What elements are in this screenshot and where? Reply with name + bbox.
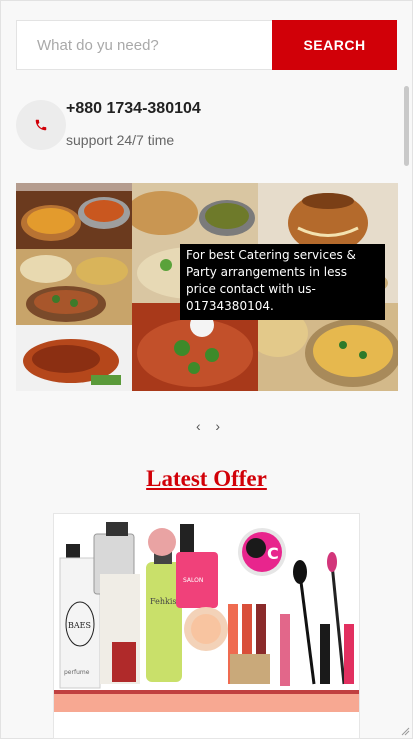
search-input[interactable] bbox=[16, 20, 272, 70]
product-label-perfume: perfume bbox=[64, 669, 90, 676]
product-label-salon: SALON bbox=[183, 577, 203, 584]
search-bar: SEARCH bbox=[16, 20, 397, 70]
brand-logo-letter: C bbox=[267, 544, 279, 563]
slider-next-button[interactable]: › bbox=[215, 418, 220, 434]
support-phone[interactable]: +880 1734-380104 bbox=[66, 100, 201, 118]
resize-handle-icon[interactable] bbox=[400, 726, 410, 736]
page-scrollbar[interactable] bbox=[404, 86, 409, 166]
food-photo-tandoori bbox=[16, 325, 132, 391]
catering-slider[interactable]: For best Catering services & Party arran… bbox=[16, 183, 398, 391]
cosmetics-image: C BAES perfume Fehkis SALON bbox=[54, 514, 359, 738]
slider-prev-button[interactable]: ‹ bbox=[196, 418, 201, 434]
food-photo-curry-bowls bbox=[16, 183, 132, 249]
latest-offer-title: Latest Offer bbox=[146, 466, 267, 491]
slider-nav: ‹ › bbox=[196, 418, 220, 434]
slider-caption: For best Catering services & Party arran… bbox=[180, 244, 385, 320]
product-label-baes: BAES bbox=[68, 621, 91, 630]
product-label-fehkis: Fehkis bbox=[150, 597, 177, 606]
food-photo-rice-platter bbox=[16, 249, 132, 325]
phone-icon bbox=[16, 100, 66, 150]
support-text: support 24/7 time bbox=[66, 132, 175, 148]
offer-banner[interactable]: C BAES perfume Fehkis SALON bbox=[53, 513, 360, 739]
search-button[interactable]: SEARCH bbox=[272, 20, 397, 70]
